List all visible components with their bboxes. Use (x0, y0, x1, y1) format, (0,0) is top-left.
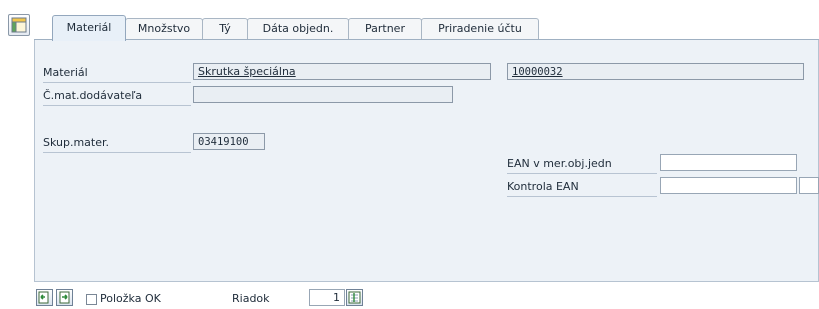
material-description-field[interactable]: Skrutka špeciálna (193, 63, 491, 80)
next-item-button[interactable] (56, 289, 73, 306)
layout-toggle-button[interactable] (8, 14, 30, 36)
item-ok-label: Položka OK (100, 292, 161, 305)
tab-quantity[interactable]: Množstvo (125, 18, 203, 40)
material-label: Materiál (43, 66, 88, 79)
row-label: Riadok (232, 292, 270, 305)
go-to-row-button[interactable] (346, 289, 363, 306)
label-underline (43, 105, 191, 106)
tab-partner[interactable]: Partner (348, 18, 422, 40)
tab-account-assignment[interactable]: Priradenie účtu (421, 18, 539, 40)
previous-item-button[interactable] (36, 289, 53, 306)
ean-check-field[interactable] (660, 177, 797, 194)
row-number-field[interactable]: 1 (309, 289, 345, 306)
next-item-icon (59, 291, 70, 304)
layout-settings-icon (11, 17, 27, 33)
label-underline (43, 152, 191, 153)
item-ok-checkbox[interactable] (86, 294, 97, 305)
previous-item-icon (38, 291, 49, 304)
ean-check-label: Kontrola EAN (507, 180, 579, 193)
tab-ty[interactable]: Tý (202, 18, 248, 40)
vendor-material-field[interactable] (193, 86, 453, 103)
go-to-row-icon (348, 291, 361, 304)
ean-check-field-2[interactable] (799, 177, 819, 194)
tab-material[interactable]: Materiál (52, 15, 126, 41)
label-underline (507, 173, 657, 174)
material-group-label: Skup.mater. (43, 136, 110, 149)
material-number-field[interactable]: 10000032 (507, 63, 804, 80)
tab-order-data[interactable]: Dáta objedn. (247, 18, 349, 40)
vendor-material-label: Č.mat.dodávateľa (43, 89, 143, 102)
material-group-field[interactable]: 03419100 (193, 133, 265, 150)
ean-label: EAN v mer.obj.jedn (507, 157, 612, 170)
ean-field[interactable] (660, 154, 797, 171)
label-underline (507, 196, 657, 197)
label-underline (43, 82, 191, 83)
